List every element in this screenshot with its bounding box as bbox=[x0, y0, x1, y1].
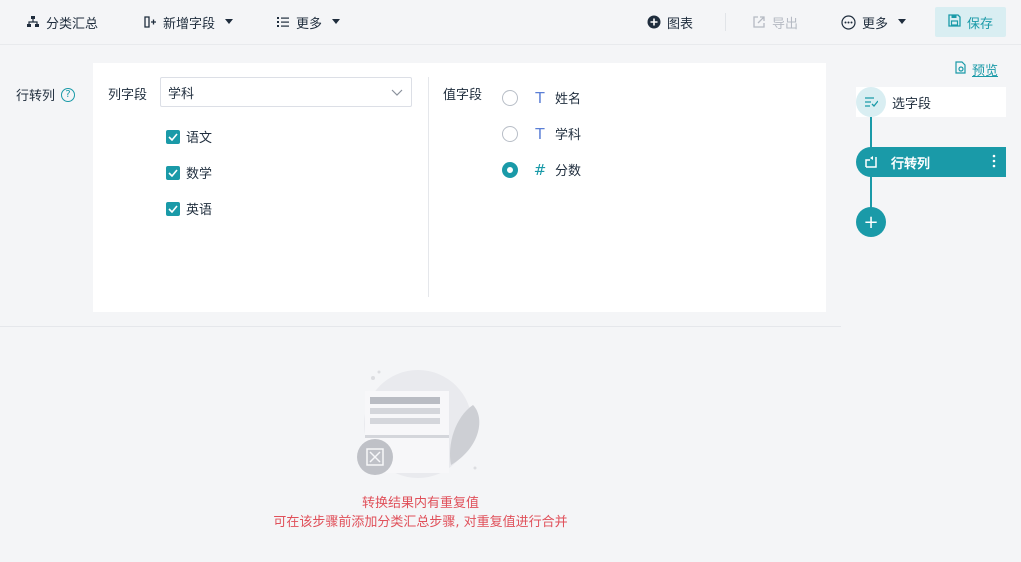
value-field-option-label: 姓名 bbox=[555, 92, 582, 107]
panel-divider bbox=[428, 77, 429, 297]
caret-down-icon bbox=[332, 19, 341, 25]
more-circle-icon bbox=[841, 14, 856, 30]
config-panel: 列字段 学科 语文 数学 英语 值字段 T 姓名 T 学科 # 分数 bbox=[93, 63, 826, 312]
list-icon bbox=[276, 15, 290, 29]
radio-button bbox=[502, 125, 518, 142]
chevron-down-icon bbox=[391, 86, 403, 102]
step-label: 选字段 bbox=[892, 96, 932, 112]
export-button[interactable]: 导出 bbox=[752, 0, 798, 44]
chart-button[interactable]: 图表 bbox=[647, 0, 693, 44]
empty-result-illustration bbox=[355, 370, 495, 480]
main-area: 行转列 ? 列字段 学科 语文 数学 英语 值字段 T 姓名 T 学科 # 分数… bbox=[0, 46, 841, 562]
value-field-option-label: 分数 bbox=[555, 164, 582, 179]
column-field-select[interactable]: 学科 bbox=[160, 77, 412, 107]
more-menu-right[interactable]: 更多 bbox=[841, 0, 907, 44]
row-to-col-heading: 行转列 ? bbox=[16, 85, 76, 104]
text-type-icon: T bbox=[535, 124, 545, 143]
more-right-label: 更多 bbox=[862, 16, 889, 32]
column-value-label: 数学 bbox=[186, 167, 213, 182]
section-divider bbox=[0, 326, 841, 327]
add-step-button[interactable]: + bbox=[856, 207, 886, 237]
plus-circle-icon bbox=[647, 15, 661, 29]
save-button[interactable]: 保存 bbox=[935, 7, 1006, 37]
step-label: 行转列 bbox=[891, 156, 931, 172]
checkbox-checked-icon bbox=[166, 201, 180, 216]
duplicate-hint: 可在该步骤前添加分类汇总步骤, 对重复值进行合并 bbox=[273, 515, 568, 530]
group-summary-button[interactable]: 分类汇总 bbox=[26, 0, 98, 44]
value-field-radio[interactable]: T 姓名 bbox=[502, 88, 581, 107]
radio-button bbox=[502, 89, 518, 106]
more-vertical-icon[interactable] bbox=[992, 154, 996, 172]
duplicate-warning: 转换结果内有重复值 bbox=[361, 496, 479, 511]
chart-label: 图表 bbox=[667, 16, 694, 32]
column-value-checkbox[interactable]: 英语 bbox=[166, 199, 212, 218]
column-field-label: 列字段 bbox=[108, 88, 148, 103]
more-menu-left[interactable]: 更多 bbox=[276, 0, 341, 44]
export-icon bbox=[752, 15, 766, 29]
row-to-col-label: 行转列 bbox=[16, 89, 56, 104]
toolbar: 分类汇总 新增字段 更多 图表 导出 更多 保存 bbox=[0, 0, 1021, 45]
column-field-value: 学科 bbox=[168, 86, 195, 102]
column-value-checkbox[interactable]: 数学 bbox=[166, 163, 212, 182]
preview-link[interactable]: 预览 bbox=[954, 60, 998, 79]
caret-down-icon bbox=[225, 19, 234, 25]
hierarchy-icon bbox=[26, 15, 40, 29]
preview-icon bbox=[954, 61, 967, 78]
value-field-radio[interactable]: # 分数 bbox=[502, 160, 581, 179]
add-column-icon bbox=[143, 15, 157, 29]
more-left-label: 更多 bbox=[296, 16, 323, 32]
value-field-label: 值字段 bbox=[443, 88, 483, 103]
column-value-label: 语文 bbox=[186, 131, 213, 146]
radio-button-selected bbox=[502, 161, 518, 178]
value-field-option-label: 学科 bbox=[555, 128, 582, 143]
step-row-to-col[interactable]: 行转列 bbox=[856, 147, 1006, 177]
add-field-label: 新增字段 bbox=[163, 16, 216, 32]
steps-sidebar: 预览 选字段 行转列 + bbox=[841, 46, 1021, 562]
column-value-checkbox[interactable]: 语文 bbox=[166, 127, 212, 146]
preview-label: 预览 bbox=[972, 64, 999, 79]
caret-down-icon bbox=[898, 19, 907, 25]
column-value-label: 英语 bbox=[186, 203, 213, 218]
number-type-icon: # bbox=[533, 160, 547, 179]
select-fields-icon bbox=[856, 87, 886, 117]
checkbox-checked-icon bbox=[166, 129, 180, 144]
save-icon bbox=[948, 13, 961, 31]
help-icon[interactable]: ? bbox=[61, 87, 76, 102]
row-to-col-icon bbox=[856, 155, 886, 169]
group-summary-label: 分类汇总 bbox=[46, 16, 99, 32]
step-select-fields[interactable]: 选字段 bbox=[856, 87, 1006, 117]
text-type-icon: T bbox=[535, 88, 545, 107]
save-label: 保存 bbox=[966, 16, 993, 32]
export-label: 导出 bbox=[772, 16, 799, 32]
checkbox-checked-icon bbox=[166, 165, 180, 180]
toolbar-divider bbox=[725, 13, 726, 31]
add-field-button[interactable]: 新增字段 bbox=[143, 0, 234, 44]
value-field-radio[interactable]: T 学科 bbox=[502, 124, 581, 143]
